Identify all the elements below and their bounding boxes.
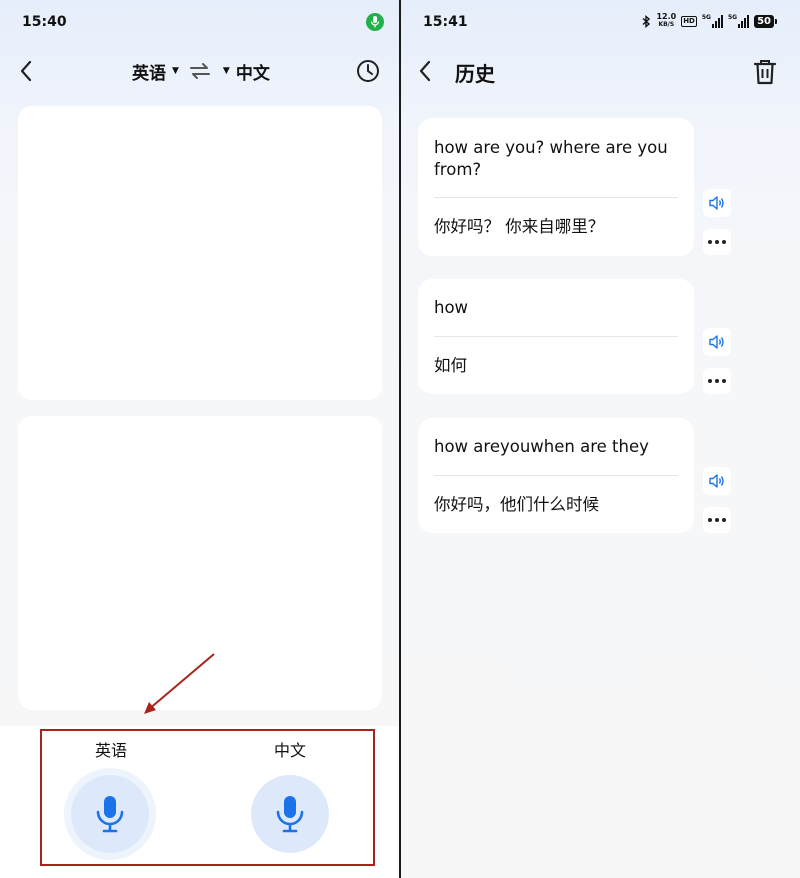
- speaker-icon: [709, 335, 724, 349]
- history-item[interactable]: how 如何: [418, 279, 694, 394]
- play-audio-button[interactable]: [703, 328, 731, 356]
- swap-languages-icon[interactable]: [189, 61, 211, 81]
- network-type-2: 5G: [727, 13, 738, 21]
- hd-voice-badge: HD: [681, 15, 697, 27]
- history-translation-text: 你好吗？ 你来自哪里？: [434, 217, 605, 236]
- history-divider: [434, 475, 678, 476]
- status-bar-icons: 12.0 KB/S HD 5G 5G 50: [641, 12, 777, 29]
- history-item[interactable]: how areyouwhen are they 你好吗，他们什么时候: [418, 418, 694, 533]
- trash-icon: [753, 60, 777, 85]
- language-selector-bar: 英语 ▼ ▼ 中文: [132, 58, 270, 84]
- clear-history-button[interactable]: [752, 58, 778, 86]
- source-text-card[interactable]: [18, 106, 382, 400]
- mic-active-indicator-icon: [366, 13, 384, 31]
- annotation-arrow: [144, 653, 215, 714]
- play-audio-button[interactable]: [703, 189, 731, 217]
- history-translation-text: 如何: [434, 356, 467, 375]
- history-source-text: how: [434, 298, 469, 317]
- network-type-1: 5G: [701, 13, 711, 21]
- history-translation-text: 你好吗，他们什么时候: [434, 495, 599, 514]
- speaker-icon: [709, 474, 724, 488]
- chevron-left-icon: [419, 60, 431, 82]
- back-button[interactable]: [14, 57, 38, 85]
- chevron-left-icon: [20, 60, 32, 82]
- history-divider: [434, 197, 678, 198]
- more-options-button[interactable]: [703, 229, 731, 255]
- status-time: 15:40: [22, 14, 67, 30]
- status-time: 15:41: [423, 14, 468, 30]
- more-options-button[interactable]: [703, 507, 731, 533]
- page-title: 历史: [455, 62, 495, 86]
- play-audio-button[interactable]: [703, 467, 731, 495]
- history-divider: [434, 336, 678, 337]
- history-screen: 15:41 12.0 KB/S HD 5G 5G 50 历史 how are yo…: [401, 0, 800, 878]
- back-button[interactable]: [413, 57, 437, 85]
- signal-icon: [711, 14, 723, 28]
- translate-screen: 15:40 英语 ▼ ▼ 中文 英语 中文: [0, 0, 399, 878]
- more-options-button[interactable]: [703, 368, 731, 394]
- source-dropdown-icon[interactable]: ▼: [172, 66, 179, 76]
- annotation-highlight-box: [40, 729, 375, 866]
- bluetooth-icon: [642, 14, 651, 28]
- target-dropdown-icon[interactable]: ▼: [223, 66, 230, 76]
- battery-indicator: 50: [754, 14, 777, 28]
- target-language-selector[interactable]: 中文: [236, 59, 270, 84]
- history-source-text: how are you? where are you from?: [434, 138, 668, 179]
- history-source-text: how areyouwhen are they: [434, 437, 649, 456]
- network-speed: 12.0 KB/S: [656, 12, 677, 29]
- speaker-icon: [709, 196, 724, 210]
- clock-icon: [357, 60, 379, 82]
- source-language-selector[interactable]: 英语: [132, 59, 166, 84]
- history-item[interactable]: how are you? where are you from? 你好吗？ 你来…: [418, 118, 694, 256]
- history-button[interactable]: [355, 58, 381, 84]
- signal-icon: [738, 14, 750, 28]
